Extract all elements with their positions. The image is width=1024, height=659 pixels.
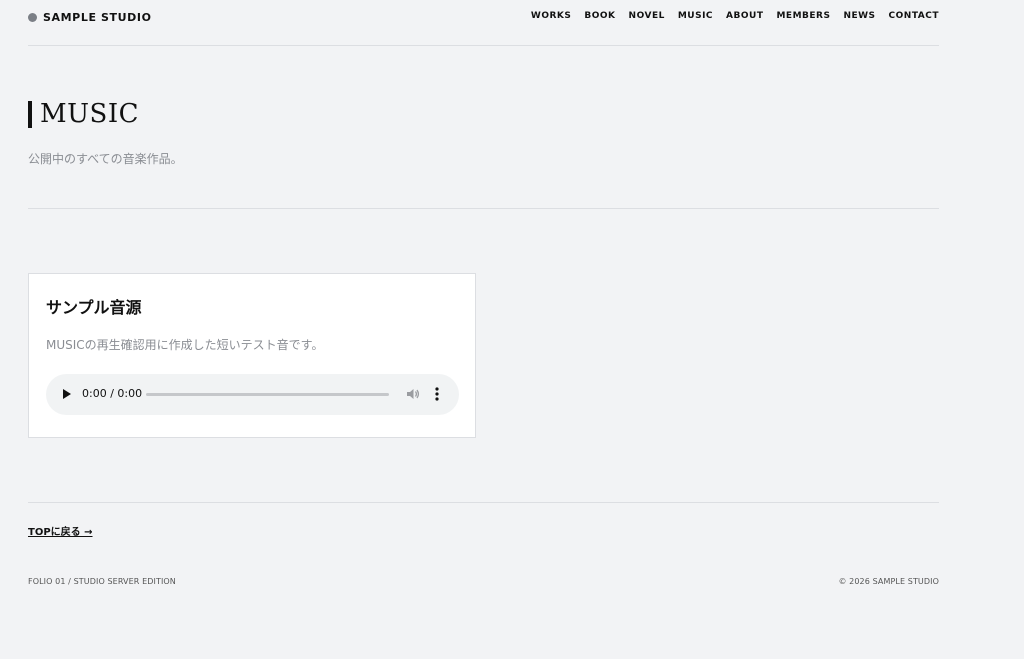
track-description: MUSICの再生確認用に作成した短いテスト音です。 bbox=[46, 338, 324, 352]
nav-item-works[interactable]: WORKS bbox=[531, 11, 571, 21]
site-header: SAMPLE STUDIO WORKS BOOK NOVEL MUSIC ABO… bbox=[28, 0, 939, 46]
music-card: サンプル音源 MUSICの再生確認用に作成した短いテスト音です。 0:00 / … bbox=[28, 273, 476, 438]
footer-divider bbox=[28, 502, 939, 503]
progress-bar[interactable] bbox=[146, 393, 389, 396]
nav-item-contact[interactable]: CONTACT bbox=[889, 11, 939, 21]
back-to-top-link[interactable]: TOPに戻る → bbox=[28, 523, 93, 538]
volume-icon[interactable] bbox=[406, 387, 420, 401]
page-heading: MUSIC bbox=[28, 99, 139, 129]
section-divider bbox=[28, 208, 939, 209]
footer-edition: FOLIO 01 / STUDIO SERVER EDITION bbox=[28, 577, 176, 586]
brand-dot-icon bbox=[28, 13, 37, 22]
footer-copyright: © 2026 SAMPLE STUDIO bbox=[838, 577, 939, 586]
nav-item-news[interactable]: NEWS bbox=[843, 11, 875, 21]
main-nav: WORKS BOOK NOVEL MUSIC ABOUT MEMBERS NEW… bbox=[518, 11, 939, 21]
nav-item-book[interactable]: BOOK bbox=[584, 11, 615, 21]
audio-player: 0:00 / 0:00 bbox=[46, 374, 459, 415]
time-display: 0:00 / 0:00 bbox=[82, 387, 143, 400]
nav-item-novel[interactable]: NOVEL bbox=[629, 11, 665, 21]
brand-link[interactable]: SAMPLE STUDIO bbox=[28, 11, 152, 24]
page-title: MUSIC bbox=[40, 99, 140, 129]
nav-item-members[interactable]: MEMBERS bbox=[776, 11, 830, 21]
page-description: 公開中のすべての音楽作品。 bbox=[28, 152, 183, 166]
play-icon[interactable] bbox=[63, 389, 71, 399]
brand-name: SAMPLE STUDIO bbox=[43, 11, 152, 24]
track-title: サンプル音源 bbox=[46, 298, 142, 317]
nav-item-about[interactable]: ABOUT bbox=[726, 11, 763, 21]
page: SAMPLE STUDIO WORKS BOOK NOVEL MUSIC ABO… bbox=[0, 0, 1024, 659]
more-options-icon[interactable] bbox=[432, 386, 442, 402]
nav-item-music[interactable]: MUSIC bbox=[678, 11, 713, 21]
title-accent-bar bbox=[28, 100, 32, 128]
